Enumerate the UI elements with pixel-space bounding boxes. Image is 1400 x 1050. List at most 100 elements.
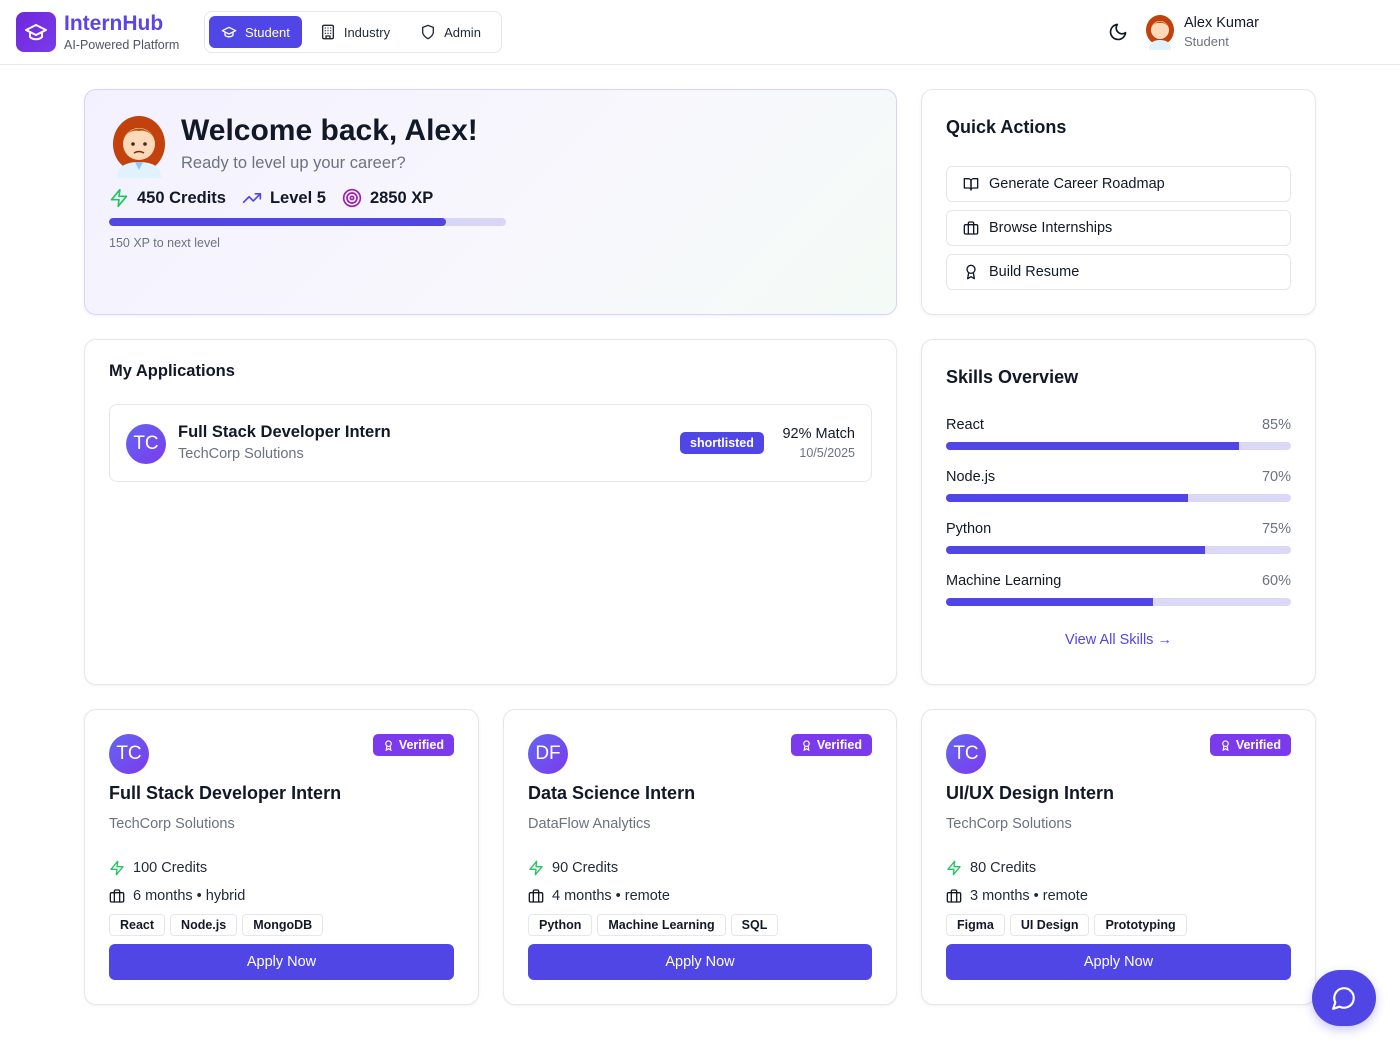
briefcase-icon xyxy=(109,889,125,903)
user-avatar[interactable] xyxy=(1144,14,1176,50)
stats-row: 450 Credits Level 5 2850 XP xyxy=(109,188,433,208)
application-title: Full Stack Developer Intern xyxy=(178,423,391,441)
award-icon xyxy=(803,739,810,751)
skill-tag: Python xyxy=(528,914,593,936)
build-resume-label: Build Resume xyxy=(989,264,1080,280)
lightning-icon xyxy=(110,860,124,876)
role-student-label: Student xyxy=(245,24,290,40)
apply-now-button[interactable]: Apply Now xyxy=(109,944,454,980)
internship-duration: 6 months • hybrid xyxy=(109,888,245,904)
logo[interactable] xyxy=(16,12,56,52)
graduation-cap-icon xyxy=(221,26,237,38)
internship-card: DF Verified Data Science Intern DataFlow… xyxy=(503,709,897,1005)
xp-progress-fill xyxy=(109,218,447,226)
match-score: 92% Match xyxy=(782,426,855,442)
skill-percent: 85% xyxy=(1261,417,1291,433)
applications-title: My Applications xyxy=(109,362,235,380)
company-logo: TC xyxy=(109,734,149,774)
skill-bar xyxy=(946,442,1291,450)
internship-company: TechCorp Solutions xyxy=(946,816,1072,832)
apply-now-button[interactable]: Apply Now xyxy=(528,944,872,980)
internship-title: Full Stack Developer Intern xyxy=(109,783,342,803)
welcome-card: Welcome back, Alex! Ready to level up yo… xyxy=(84,89,897,315)
quick-actions-title: Quick Actions xyxy=(946,117,1067,137)
apply-now-button[interactable]: Apply Now xyxy=(946,944,1291,980)
role-switcher: Student Industry Admin xyxy=(204,11,502,53)
company-logo: DF xyxy=(528,734,568,774)
browse-internships-button[interactable]: Browse Internships xyxy=(946,210,1291,246)
internship-credits: 100 Credits xyxy=(109,860,207,876)
welcome-title: Welcome back, Alex! xyxy=(181,114,478,147)
internship-duration: 3 months • remote xyxy=(946,888,1088,904)
book-open-icon xyxy=(963,178,979,191)
skill-name: Machine Learning xyxy=(946,573,1062,589)
trending-up-icon xyxy=(242,193,262,203)
skill-python: Python 75% xyxy=(946,521,1291,554)
skill-percent: 75% xyxy=(1261,521,1291,537)
level-stat: Level 5 xyxy=(242,188,326,208)
xp-value: 2850 XP xyxy=(369,188,434,207)
xp-note: 150 XP to next level xyxy=(109,236,220,250)
duration-value: 4 months • remote xyxy=(552,888,670,904)
award-icon xyxy=(385,739,392,751)
generate-roadmap-label: Generate Career Roadmap xyxy=(989,176,1165,192)
build-resume-button[interactable]: Build Resume xyxy=(946,254,1291,290)
skill-bar-fill xyxy=(946,546,1205,554)
credits-value: 100 Credits xyxy=(133,860,208,876)
role-industry-button[interactable]: Industry xyxy=(308,16,402,48)
skill-percent: 70% xyxy=(1261,469,1291,485)
skill-bar xyxy=(946,494,1291,502)
skill-name: Node.js xyxy=(946,469,996,485)
welcome-subtitle: Ready to level up your career? xyxy=(181,154,406,172)
user-role: Student xyxy=(1184,34,1229,49)
internship-title: UI/UX Design Intern xyxy=(946,783,1115,803)
top-header: InternHub AI-Powered Platform Student In… xyxy=(0,0,1400,65)
briefcase-icon xyxy=(946,889,962,903)
generate-roadmap-button[interactable]: Generate Career Roadmap xyxy=(946,166,1291,202)
application-date: 10/5/2025 xyxy=(799,446,855,460)
role-industry-label: Industry xyxy=(343,24,391,40)
status-badge: shortlisted xyxy=(680,432,764,454)
briefcase-icon xyxy=(528,889,544,903)
application-company: TechCorp Solutions xyxy=(178,446,304,462)
internship-title: Data Science Intern xyxy=(528,783,696,803)
skill-tags: Figma UI Design Prototyping xyxy=(946,914,1187,936)
skill-tag: MongoDB xyxy=(242,914,324,936)
skill-tag: Machine Learning xyxy=(597,914,726,936)
skill-tag: Figma xyxy=(946,914,1005,936)
my-applications-card: My Applications TC Full Stack Developer … xyxy=(84,339,897,685)
quick-actions-card: Quick Actions Generate Career Roadmap Br… xyxy=(921,89,1316,315)
duration-value: 3 months • remote xyxy=(970,888,1088,904)
internship-credits: 80 Credits xyxy=(946,860,1036,876)
credits-value: 450 Credits xyxy=(137,188,226,207)
view-all-skills-link[interactable]: View All Skills → xyxy=(922,632,1315,648)
application-row[interactable]: TC Full Stack Developer Intern TechCorp … xyxy=(109,404,872,482)
skill-tag: UI Design xyxy=(1009,914,1090,936)
skill-bar-fill xyxy=(946,494,1188,502)
chat-button[interactable] xyxy=(1312,970,1376,1026)
skill-tag: Prototyping xyxy=(1094,914,1187,936)
verified-badge: Verified xyxy=(372,734,454,756)
credits-value: 90 Credits xyxy=(552,860,619,876)
skill-tag: Node.js xyxy=(170,914,238,936)
xp-stat: 2850 XP xyxy=(342,188,433,208)
building-icon xyxy=(321,24,334,40)
xp-progress-bar xyxy=(109,218,506,226)
internship-credits: 90 Credits xyxy=(528,860,618,876)
skill-bar-fill xyxy=(946,442,1240,450)
role-admin-label: Admin xyxy=(444,24,481,40)
skill-percent: 60% xyxy=(1261,573,1291,589)
role-admin-button[interactable]: Admin xyxy=(408,16,493,48)
skills-title: Skills Overview xyxy=(946,367,1079,387)
role-student-button[interactable]: Student xyxy=(209,16,302,48)
skills-overview-card: Skills Overview React 85% Node.js 70% Pyth… xyxy=(921,339,1316,685)
shield-icon xyxy=(422,24,435,40)
skill-bar xyxy=(946,546,1291,554)
skill-machine-learning: Machine Learning 60% xyxy=(946,573,1291,606)
credits-stat: 450 Credits xyxy=(109,188,226,208)
skill-bar-fill xyxy=(946,598,1153,606)
theme-toggle-button[interactable] xyxy=(1106,20,1130,44)
lightning-icon xyxy=(947,860,961,876)
skill-tags: Python Machine Learning SQL xyxy=(528,914,779,936)
internship-company: DataFlow Analytics xyxy=(528,816,651,832)
